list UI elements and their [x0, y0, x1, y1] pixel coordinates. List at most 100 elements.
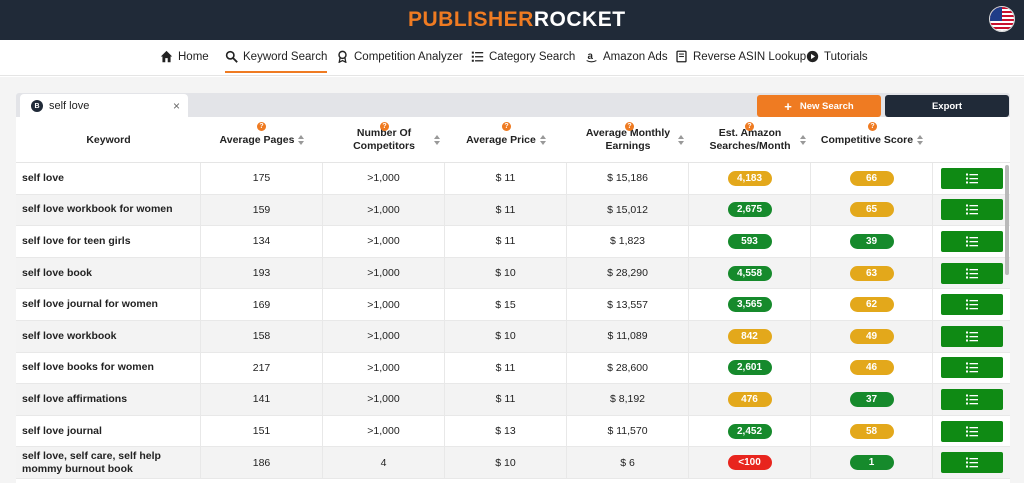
cell-competitive-score: 62: [811, 289, 933, 320]
cell-average-price-text: $ 10: [495, 456, 516, 469]
list-details-button[interactable]: [940, 167, 1003, 189]
table-row[interactable]: self love workbook 158 >1,000 $ 10 $ 11,089 8…: [16, 321, 1010, 353]
us-flag-icon[interactable]: [989, 6, 1015, 32]
sort-icon[interactable]: [917, 135, 924, 145]
cell-competitors: >1,000: [323, 226, 445, 257]
cell-amazon-searches: <100: [689, 447, 811, 478]
cell-average-price: $ 10: [445, 321, 567, 352]
table-row[interactable]: self love affirmations 141 >1,000 $ 11 $ 8,1…: [16, 384, 1010, 416]
sort-icon[interactable]: [539, 135, 546, 145]
cell-average-pages: 151: [201, 415, 323, 447]
sort-icon[interactable]: [678, 135, 684, 145]
list-details-icon: [965, 236, 978, 247]
new-search-label: New Search: [799, 100, 854, 112]
app-logo[interactable]: PUBLISHERROCKET: [408, 8, 626, 32]
search-tab[interactable]: B self love ×: [20, 94, 188, 118]
cell-average-price: $ 11: [445, 194, 567, 226]
col-keyword[interactable]: Keyword: [16, 117, 201, 163]
help-icon[interactable]: ?: [868, 122, 877, 131]
table-row[interactable]: self love for teen girls 134 >1,000 $ 11 $ 1…: [16, 226, 1010, 258]
cell-keyword-text: self love, self care, self help mommy bu…: [22, 449, 161, 475]
table-row[interactable]: self love, self care, self help mommy bu…: [16, 447, 1010, 479]
help-icon[interactable]: ?: [257, 122, 266, 131]
list-details-button[interactable]: [940, 199, 1003, 221]
sort-icon[interactable]: [298, 135, 305, 145]
cell-average-pages: 169: [201, 289, 323, 320]
cell-action: [933, 384, 1010, 415]
cell-action: [933, 163, 1010, 194]
cell-amazon-searches: 2,452: [689, 415, 811, 447]
help-icon[interactable]: ?: [745, 122, 754, 131]
nav-amazon-ads-label: Amazon Ads: [603, 50, 668, 63]
table-row[interactable]: self love 175 >1,000 $ 11 $ 15,186 4,183 66: [16, 163, 1010, 195]
cell-keyword: self love workbook: [16, 321, 201, 352]
help-icon[interactable]: ?: [625, 122, 634, 131]
col-competitors[interactable]: ? Number Of Competitors: [323, 117, 445, 163]
score-badge: 37: [849, 391, 894, 407]
cell-competitive-score: 65: [811, 194, 933, 226]
list-details-icon: [965, 426, 978, 437]
cell-amazon-searches: 2,675: [689, 194, 811, 226]
sort-icon[interactable]: [800, 135, 806, 145]
list-details-button[interactable]: [940, 452, 1003, 474]
table-row[interactable]: self love book 193 >1,000 $ 10 $ 28,290 4,558…: [16, 257, 1010, 290]
cell-average-pages: 159: [201, 194, 323, 226]
cell-competitive-score: 37: [811, 384, 933, 415]
nav-competition-analyzer[interactable]: Competition Analyzer: [336, 50, 463, 63]
nav-category-search[interactable]: Category Search: [471, 50, 575, 63]
searches-badge: 593: [727, 233, 772, 249]
col-average-price[interactable]: ? Average Price: [445, 117, 567, 163]
sort-icon[interactable]: [434, 135, 440, 145]
cell-action: [933, 195, 1010, 226]
cell-competitors: >1,000: [323, 415, 445, 447]
cell-average-price: $ 15: [445, 289, 567, 320]
col-amazon-searches[interactable]: ? Est. Amazon Searches/Month: [689, 117, 811, 163]
list-details-button[interactable]: [940, 420, 1003, 442]
cell-competitors: >1,000: [323, 321, 445, 352]
nav-tutorials[interactable]: Tutorials: [806, 50, 868, 63]
search-tab-label: self love: [49, 100, 90, 112]
close-icon[interactable]: ×: [173, 99, 180, 113]
col-monthly-earnings[interactable]: ? Average Monthly Earnings: [567, 117, 689, 163]
help-icon[interactable]: ?: [502, 122, 511, 131]
nav-amazon-ads[interactable]: a Amazon Ads: [585, 50, 668, 63]
cell-competitors-text: >1,000: [367, 203, 400, 216]
list-details-button[interactable]: [940, 388, 1003, 410]
list-details-button[interactable]: [940, 325, 1003, 347]
table-row[interactable]: self love journal for women 169 >1,000 $ 15…: [16, 289, 1010, 321]
help-icon[interactable]: ?: [380, 122, 389, 131]
cell-amazon-searches: 4,558: [689, 257, 811, 289]
list-details-button[interactable]: [940, 294, 1003, 316]
new-search-button[interactable]: + New Search: [757, 95, 881, 117]
cell-action: [933, 289, 1010, 320]
cell-competitors-text: >1,000: [367, 393, 400, 406]
cell-average-price-text: $ 13: [495, 425, 516, 438]
nav-keyword-search[interactable]: Keyword Search: [225, 50, 328, 73]
list-details-button[interactable]: [940, 357, 1003, 379]
cell-monthly-earnings-text: $ 13,557: [607, 298, 648, 311]
cell-monthly-earnings-text: $ 15,186: [607, 172, 648, 185]
cell-average-price-text: $ 11: [495, 235, 516, 248]
cell-keyword: self love, self care, self help mommy bu…: [16, 447, 201, 478]
cell-action: [933, 258, 1010, 289]
cell-monthly-earnings-text: $ 15,012: [607, 203, 648, 216]
cell-competitors-text: 4: [380, 456, 387, 469]
col-competitive-score[interactable]: ? Competitive Score: [811, 117, 933, 163]
cell-average-pages: 141: [201, 384, 323, 415]
list-details-button[interactable]: [940, 230, 1003, 252]
cell-monthly-earnings-text: $ 6: [620, 456, 635, 469]
export-button[interactable]: Export: [885, 95, 1009, 117]
list-details-button[interactable]: [940, 262, 1003, 284]
cell-average-price: $ 11: [445, 352, 567, 384]
cell-keyword-text: self love journal: [22, 424, 102, 437]
table-scrollbar[interactable]: [1005, 165, 1009, 275]
table-row[interactable]: self love journal 151 >1,000 $ 13 $ 11,570 2,…: [16, 415, 1010, 448]
table-row[interactable]: self love workbook for women 159 >1,000 $ 1…: [16, 194, 1010, 227]
cell-keyword-text: self love books for women: [22, 361, 154, 374]
col-average-pages[interactable]: ? Average Pages: [201, 117, 323, 163]
cell-amazon-searches: 2,601: [689, 352, 811, 384]
nav-reverse-asin[interactable]: Reverse ASIN Lookup: [675, 50, 806, 63]
plus-icon: +: [784, 98, 792, 114]
nav-home[interactable]: Home: [160, 50, 209, 63]
table-row[interactable]: self love books for women 217 >1,000 $ 11 $ …: [16, 352, 1010, 385]
